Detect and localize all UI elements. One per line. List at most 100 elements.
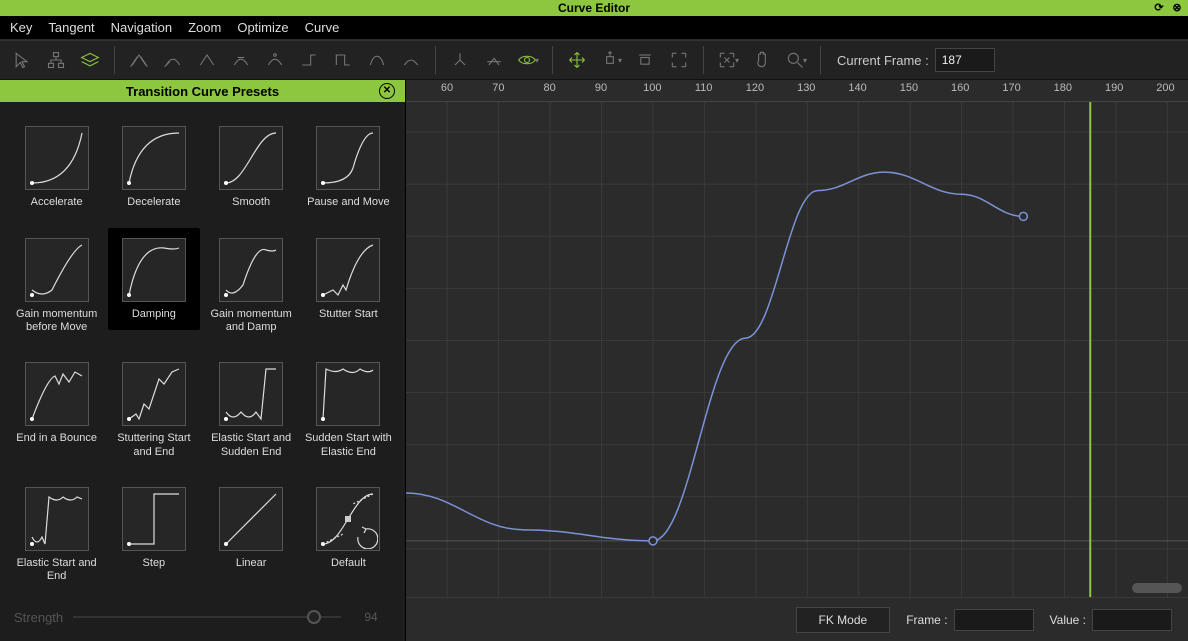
preset-thumb	[122, 238, 186, 302]
ruler-tick: 80	[544, 82, 556, 94]
preset-stutter-both[interactable]: Stuttering Start and End	[107, 362, 200, 458]
preset-label: Smooth	[205, 196, 297, 210]
menu-key[interactable]: Key	[4, 18, 38, 37]
preset-elastic-both[interactable]: Elastic Start and End	[10, 487, 103, 583]
curve-plot-area[interactable]	[406, 102, 1188, 597]
menu-curve[interactable]: Curve	[299, 18, 346, 37]
ruler-tick: 100	[643, 82, 661, 94]
ruler-tick: 180	[1054, 82, 1072, 94]
preset-thumb	[122, 126, 186, 190]
preset-label: Linear	[205, 557, 297, 571]
close-panel-icon[interactable]: ✕	[379, 83, 395, 99]
ruler-tick: 170	[1002, 82, 1020, 94]
ruler-tick: 150	[900, 82, 918, 94]
layers-icon[interactable]	[74, 44, 106, 76]
preset-stutter-start[interactable]: Stutter Start	[302, 238, 395, 334]
menu-zoom[interactable]: Zoom	[182, 18, 227, 37]
preset-pause-and-move[interactable]: Pause and Move	[302, 126, 395, 210]
tangent-auto-icon[interactable]	[395, 44, 427, 76]
move-icon[interactable]	[561, 44, 593, 76]
preset-damping[interactable]: Damping	[107, 238, 200, 334]
preset-gain-momentum[interactable]: Gain momentum before Move	[10, 238, 103, 334]
close-window-icon[interactable]: ⊗	[1170, 0, 1184, 14]
preset-decelerate[interactable]: Decelerate	[107, 126, 200, 210]
preset-thumb	[219, 487, 283, 551]
preset-sudden-elastic[interactable]: Sudden Start with Elastic End	[302, 362, 395, 458]
pan-icon[interactable]	[746, 44, 778, 76]
current-frame-input[interactable]	[935, 48, 995, 72]
ruler-tick: 130	[797, 82, 815, 94]
preset-label: Elastic Start and Sudden End	[205, 432, 297, 458]
preset-gain-and-damp[interactable]: Gain momentum and Damp	[205, 238, 298, 334]
preset-label: Gain momentum and Damp	[205, 308, 297, 334]
ruler-tick: 200	[1156, 82, 1174, 94]
presets-panel: Transition Curve Presets ✕ Accelerate Dec…	[0, 80, 406, 641]
toolbar-separator	[703, 46, 704, 74]
strength-value: 94	[351, 607, 391, 627]
frame-field-input[interactable]	[954, 609, 1034, 631]
preset-default[interactable]: Default	[302, 487, 395, 583]
preset-thumb	[316, 126, 380, 190]
toolbar-separator	[552, 46, 553, 74]
preset-label: Step	[108, 557, 200, 571]
preset-label: Accelerate	[11, 196, 103, 210]
preset-thumb	[219, 238, 283, 302]
menu-bar: Key Tangent Navigation Zoom Optimize Cur…	[0, 16, 1188, 40]
presets-panel-title: Transition Curve Presets	[126, 84, 279, 99]
search-icon[interactable]: ▾	[780, 44, 812, 76]
frame-field-label: Frame :	[906, 613, 947, 627]
unify-tangent-icon[interactable]	[478, 44, 510, 76]
window-title: Curve Editor	[558, 1, 630, 15]
preset-label: Decelerate	[108, 196, 200, 210]
preset-linear[interactable]: Linear	[205, 487, 298, 583]
tangent-step-in-icon[interactable]	[293, 44, 325, 76]
preset-label: Gain momentum before Move	[11, 308, 103, 334]
frame-all-icon[interactable]: ▾	[712, 44, 744, 76]
preset-thumb	[316, 362, 380, 426]
frame-selection-icon[interactable]	[663, 44, 695, 76]
preset-accelerate[interactable]: Accelerate	[10, 126, 103, 210]
visibility-icon[interactable]: ▾	[512, 44, 544, 76]
fk-mode-button[interactable]: FK Mode	[796, 607, 891, 633]
tangent-fixed-icon[interactable]	[259, 44, 291, 76]
preset-thumb	[219, 362, 283, 426]
break-tangent-icon[interactable]	[444, 44, 476, 76]
tangent-step-out-icon[interactable]	[327, 44, 359, 76]
preset-label: Stutter Start	[302, 308, 394, 322]
hierarchy-icon[interactable]	[40, 44, 72, 76]
strength-slider-handle[interactable]	[307, 610, 321, 624]
menu-tangent[interactable]: Tangent	[42, 18, 100, 37]
preset-label: Stuttering Start and End	[108, 432, 200, 458]
preset-elastic-sudden[interactable]: Elastic Start and Sudden End	[205, 362, 298, 458]
menu-optimize[interactable]: Optimize	[231, 18, 294, 37]
strength-slider[interactable]	[73, 616, 341, 618]
preset-label: Elastic Start and End	[11, 557, 103, 583]
ruler-tick: 70	[492, 82, 504, 94]
strength-label: Strength	[14, 610, 63, 625]
curve-graph[interactable]: 6070809010011012013014015016017018019020…	[406, 80, 1188, 641]
ruler-tick: 110	[695, 82, 713, 94]
remove-key-icon[interactable]	[629, 44, 661, 76]
horizontal-scrollbar[interactable]	[1132, 583, 1182, 593]
insert-key-icon[interactable]: ▾	[595, 44, 627, 76]
tangent-clamped-icon[interactable]	[157, 44, 189, 76]
menu-navigation[interactable]: Navigation	[105, 18, 178, 37]
toolbar-separator	[820, 46, 821, 74]
preset-label: Pause and Move	[302, 196, 394, 210]
preset-thumb	[219, 126, 283, 190]
time-ruler[interactable]: 6070809010011012013014015016017018019020…	[406, 80, 1188, 102]
preset-label: Sudden Start with Elastic End	[302, 432, 394, 458]
ruler-tick: 60	[441, 82, 453, 94]
tangent-smooth-icon[interactable]	[361, 44, 393, 76]
tangent-linear-icon[interactable]	[191, 44, 223, 76]
preset-thumb	[316, 238, 380, 302]
restore-icon[interactable]: ⟳	[1152, 0, 1166, 14]
preset-step[interactable]: Step	[107, 487, 200, 583]
value-field-input[interactable]	[1092, 609, 1172, 631]
preset-end-bounce[interactable]: End in a Bounce	[10, 362, 103, 458]
pointer-tool-icon[interactable]	[6, 44, 38, 76]
preset-smooth[interactable]: Smooth	[205, 126, 298, 210]
tangent-flat-icon[interactable]	[225, 44, 257, 76]
tangent-spline-icon[interactable]	[123, 44, 155, 76]
preset-label: End in a Bounce	[11, 432, 103, 446]
